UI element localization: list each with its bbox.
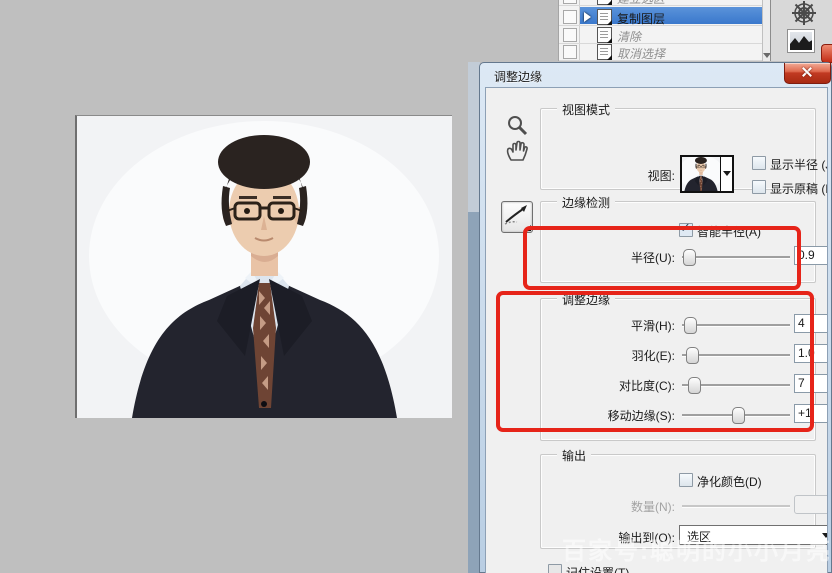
group-edge-detection: 边缘检测 ✓ 智能半径(A) 半径(U): 0.9 像素 — [540, 201, 816, 283]
action-row-label[interactable]: 复制图层 — [617, 10, 665, 27]
shift-edge-value-input[interactable]: +1 — [794, 404, 828, 423]
smooth-slider-row: 平滑(H): 4 — [541, 314, 815, 334]
radius-label: 半径(U): — [561, 249, 675, 266]
histogram-panel-icon[interactable] — [787, 29, 815, 53]
hand-tool-icon[interactable] — [505, 140, 529, 162]
chevron-down-icon — [822, 533, 828, 538]
action-row-label[interactable]: 取消选择 — [617, 45, 665, 61]
zoom-tool-icon[interactable] — [506, 114, 528, 136]
refine-radius-brush-button[interactable] — [501, 201, 533, 233]
group-title: 调整边缘 — [557, 291, 615, 308]
view-mode-dropdown[interactable] — [680, 155, 734, 193]
feather-slider-track[interactable] — [682, 354, 790, 357]
remember-settings-label: 记住设置(T) — [566, 564, 629, 573]
shift-edge-label: 移动边缘(S): — [561, 407, 675, 424]
contrast-slider-thumb[interactable] — [688, 377, 701, 394]
decontaminate-colors-label: 净化颜色(D) — [697, 473, 762, 490]
flyout-corner-icon — [525, 225, 531, 231]
feather-value-input[interactable]: 1.0 — [794, 344, 828, 363]
contrast-slider-row: 对比度(C): 7 % — [541, 374, 815, 394]
smooth-slider-track[interactable] — [682, 324, 790, 327]
action-row-clipped[interactable]: 建立选区 — [559, 0, 762, 6]
panel-icon-dock — [770, 0, 832, 61]
action-step-icon — [597, 0, 612, 5]
group-output: 输出 净化颜色(D) 数量(N): % 输出到(O): 选区 — [540, 454, 816, 549]
amount-label: 数量(N): — [561, 498, 675, 515]
show-radius-label: 显示半径 (J) — [770, 156, 828, 173]
dialog-title: 调整边缘 — [494, 68, 542, 85]
wheel-icon[interactable] — [791, 0, 817, 26]
checkmark-icon: ✓ — [680, 221, 691, 236]
portrait-image — [77, 116, 452, 418]
group-title: 输出 — [557, 447, 591, 464]
action-step-icon — [597, 9, 612, 25]
action-step-icon — [597, 44, 612, 60]
view-dropdown-arrow-zone[interactable] — [721, 157, 732, 191]
smart-radius-label: 智能半径(A) — [697, 223, 761, 240]
amount-slider-row: 数量(N): % — [541, 495, 815, 515]
view-thumbnail — [682, 157, 721, 191]
shift-edge-slider-thumb[interactable] — [732, 407, 745, 424]
action-checkbox[interactable] — [563, 45, 577, 59]
chevron-down-icon — [723, 171, 731, 176]
action-checkbox[interactable] — [563, 28, 577, 42]
action-checkbox[interactable] — [563, 10, 577, 24]
contrast-label: 对比度(C): — [561, 377, 675, 394]
show-original-checkbox[interactable] — [752, 180, 766, 194]
smart-radius-checkbox[interactable]: ✓ — [679, 223, 693, 237]
show-original-label: 显示原稿 (P) — [770, 180, 828, 197]
expand-triangle-icon[interactable] — [584, 12, 591, 22]
action-row-duplicate-layer[interactable]: 复制图层 — [559, 7, 762, 26]
action-row-label[interactable]: 建立选区 — [617, 0, 665, 7]
amount-value-input — [794, 495, 828, 514]
portrait-photo — [75, 115, 452, 418]
shift-edge-slider-row: 移动边缘(S): +1 % — [541, 404, 815, 424]
radius-slider-track[interactable] — [682, 256, 790, 259]
action-row-deselect[interactable]: 取消选择 — [559, 43, 762, 61]
amount-slider-track — [682, 505, 790, 508]
show-radius-checkbox[interactable] — [752, 156, 766, 170]
group-title: 边缘检测 — [557, 194, 615, 211]
radius-slider-row: 半径(U): 0.9 像素 — [541, 246, 815, 266]
feather-slider-row: 羽化(E): 1.0 像素 — [541, 344, 815, 364]
group-view-mode: 视图模式 视图: 显示半径 (J) 显示原稿 (P) — [540, 108, 816, 190]
close-button[interactable] — [784, 63, 831, 84]
refine-edge-dialog: 调整边缘 视图模式 — [479, 62, 832, 573]
output-to-label: 输出到(O): — [561, 529, 675, 546]
close-icon — [802, 67, 812, 77]
action-step-icon — [597, 27, 612, 43]
group-title: 视图模式 — [557, 101, 615, 118]
shift-edge-slider-track[interactable] — [682, 414, 790, 417]
smooth-value-input[interactable]: 4 — [794, 314, 828, 333]
action-row-clear[interactable]: 清除 — [559, 26, 762, 44]
contrast-slider-track[interactable] — [682, 384, 790, 387]
action-checkbox[interactable] — [563, 0, 577, 4]
remember-settings-checkbox[interactable] — [548, 564, 562, 573]
feather-label: 羽化(E): — [561, 347, 675, 364]
radius-value-input[interactable]: 0.9 — [794, 246, 828, 265]
output-to-dropdown[interactable]: 选区 — [679, 525, 828, 545]
background-window-close-button[interactable] — [821, 44, 832, 63]
view-label: 视图: — [595, 167, 675, 184]
output-to-value: 选区 — [687, 528, 711, 545]
decontaminate-colors-checkbox[interactable] — [679, 473, 693, 487]
smooth-label: 平滑(H): — [561, 317, 675, 334]
contrast-value-input[interactable]: 7 — [794, 374, 828, 393]
group-adjust-edge: 调整边缘 平滑(H): 4 羽化(E): 1.0 像素 — [540, 298, 816, 441]
feather-slider-thumb[interactable] — [686, 347, 699, 364]
screen: 建立选区 复制图层 清除 取消选择 — [0, 0, 832, 573]
smooth-slider-thumb[interactable] — [684, 317, 697, 334]
actions-panel: 建立选区 复制图层 清除 取消选择 — [558, 0, 771, 61]
dialog-content: 视图模式 视图: 显示半径 (J) 显示原稿 (P) 边缘检测 — [485, 87, 828, 573]
radius-slider-thumb[interactable] — [683, 249, 696, 266]
